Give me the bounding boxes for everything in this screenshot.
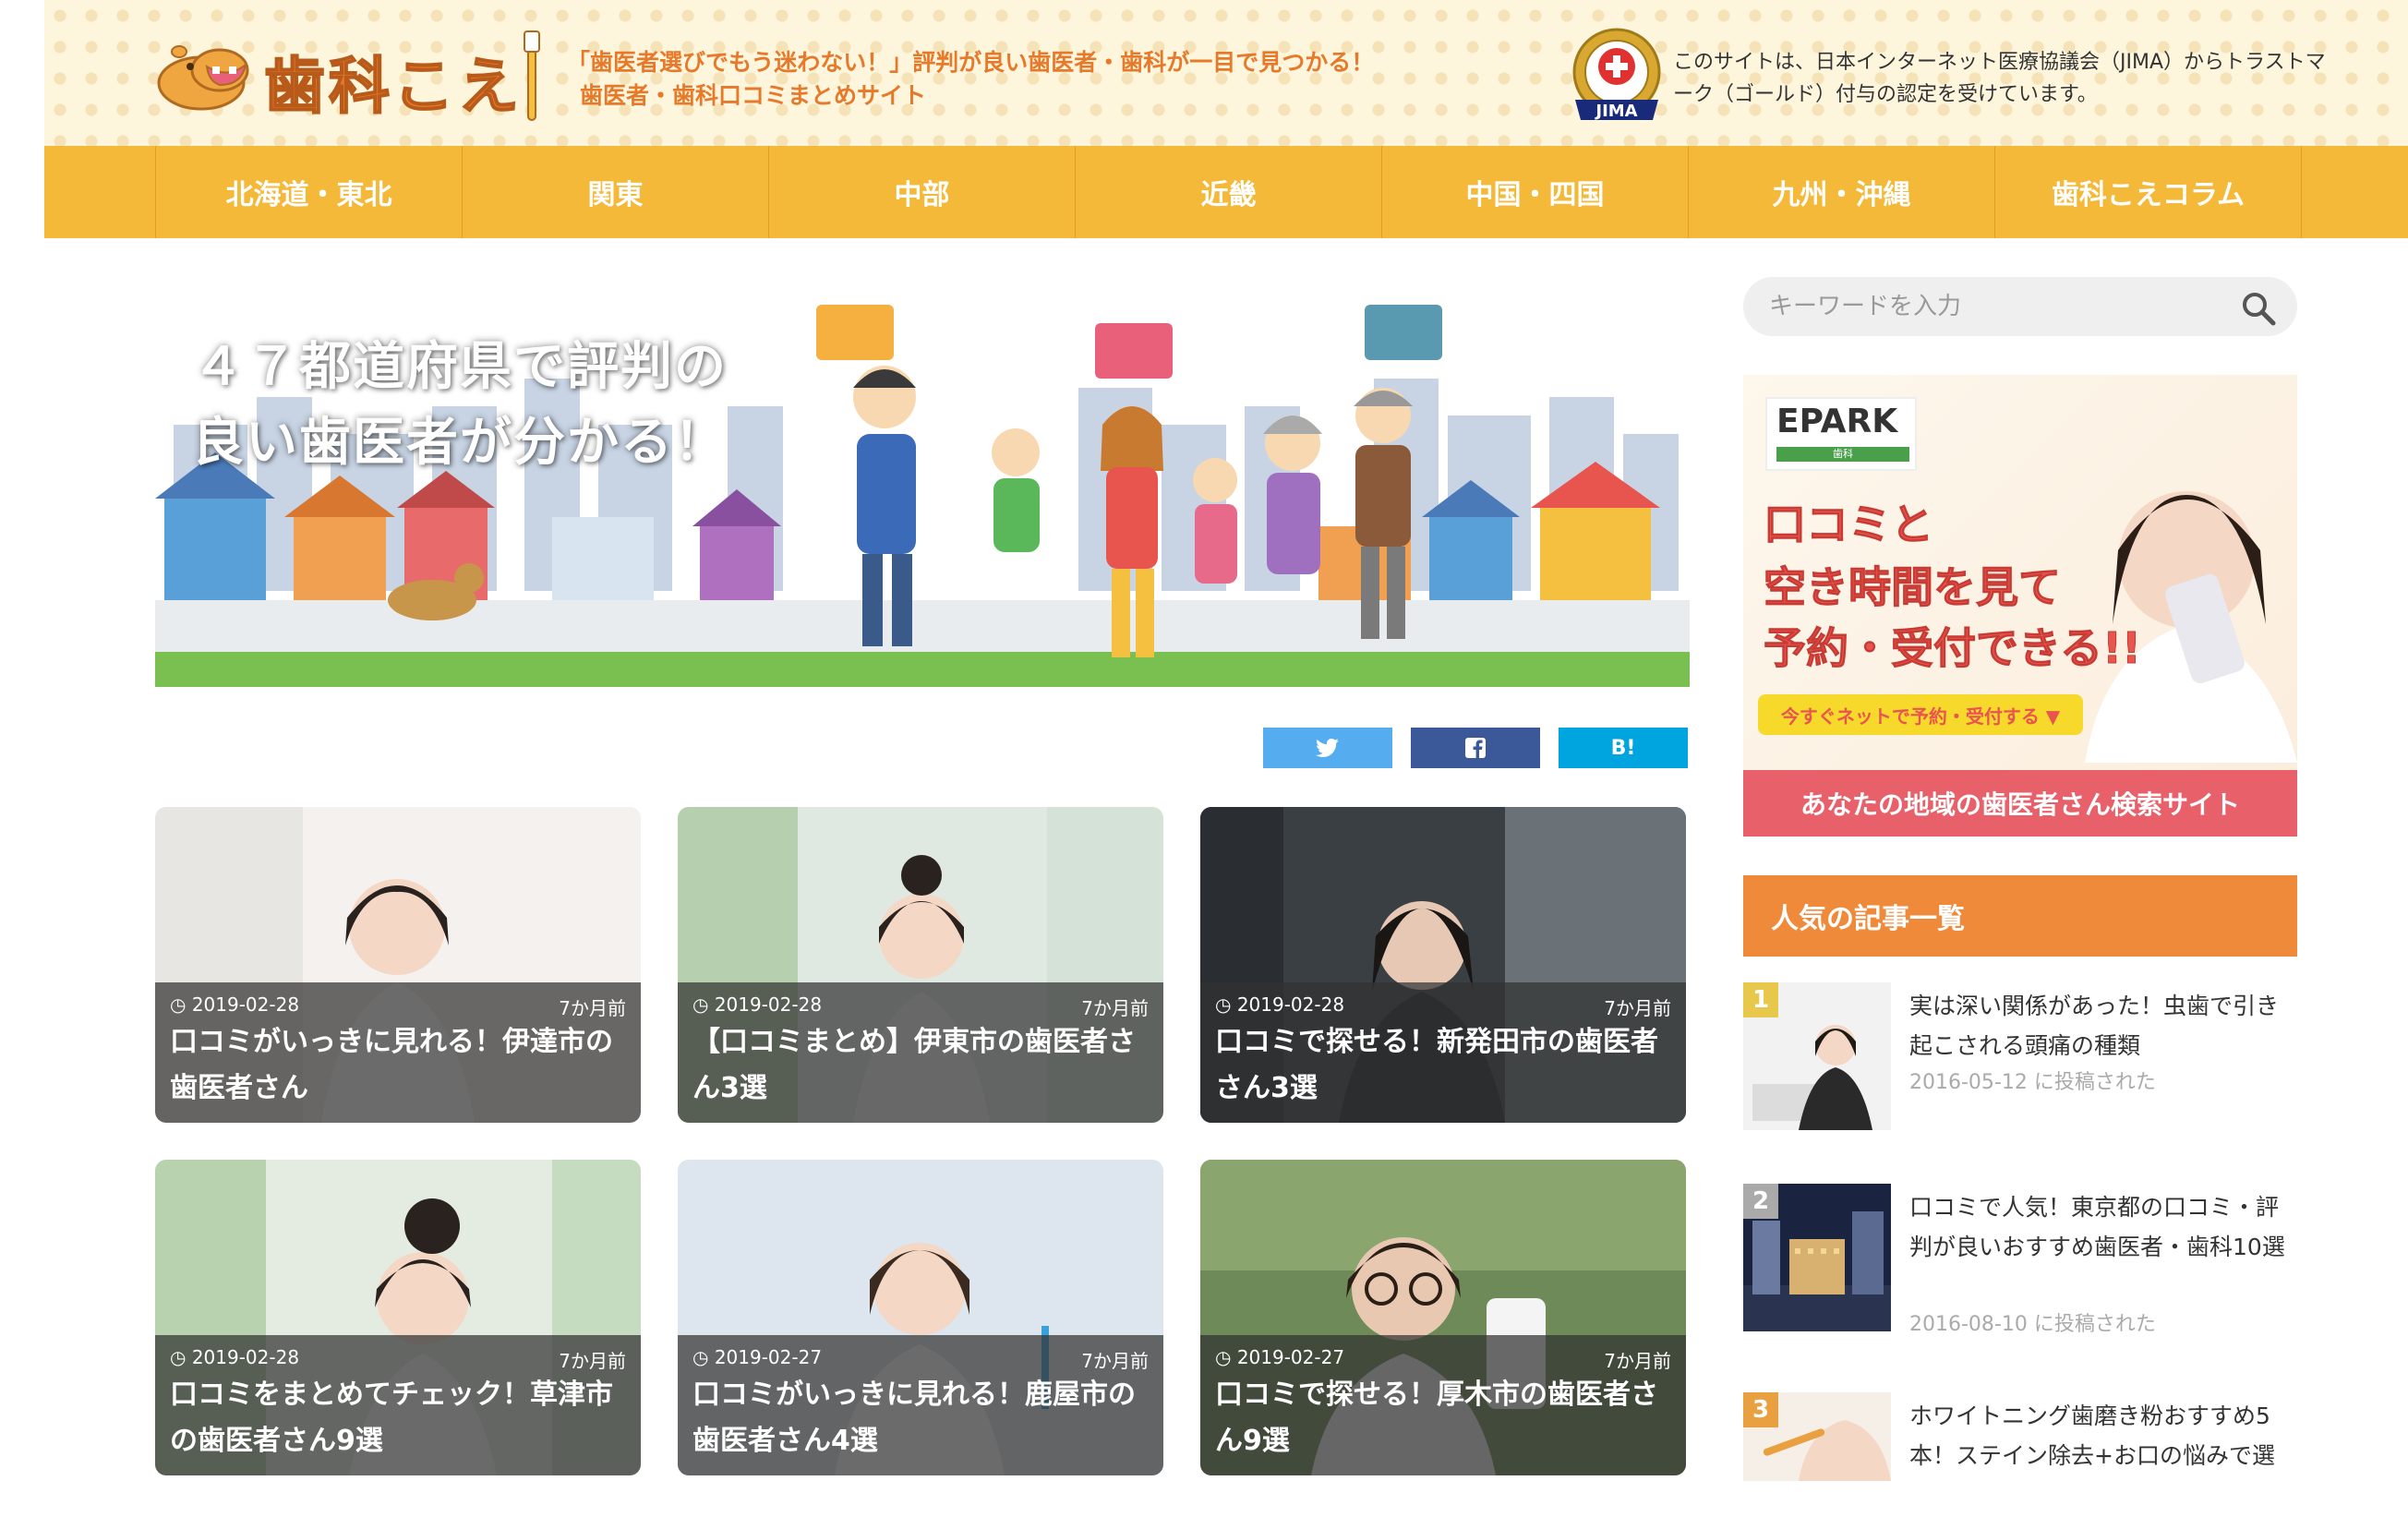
article-title[interactable]: 【口コミまとめ】伊東市の歯医者さん3選 bbox=[692, 1019, 1149, 1112]
nav-item-kanto[interactable]: 関東 bbox=[463, 146, 769, 238]
popular-title[interactable]: 実は深い関係があった！虫歯で引き起こされる頭痛の種類 bbox=[1909, 986, 2297, 1065]
article-date-value: 2019-02-28 bbox=[191, 1346, 300, 1368]
article-date-value: 2019-02-27 bbox=[1236, 1346, 1345, 1368]
search-icon[interactable] bbox=[2240, 290, 2277, 327]
epark-woman-photo bbox=[2085, 491, 2297, 763]
toothbrush-icon bbox=[524, 30, 540, 121]
article-ago: 7か月前 bbox=[1081, 1350, 1149, 1372]
epark-copy-3: 予約・受付できる!! bbox=[1763, 623, 2142, 674]
share-facebook-button[interactable] bbox=[1411, 728, 1540, 768]
jima-badge-label: JIMA bbox=[1594, 102, 1637, 121]
article-title[interactable]: 口コミがいっきに見れる！鹿屋市の歯医者さん4選 bbox=[692, 1372, 1149, 1464]
article-card[interactable]: ◷ 2019-02-28 7か月前 【口コミまとめ】伊東市の歯医者さん3選 bbox=[678, 807, 1163, 1123]
epark-logo-sub: 歯科 bbox=[1776, 447, 1909, 462]
article-card[interactable]: ◷ 2019-02-27 7か月前 口コミで探せる！厚木市の歯医者さん9選 bbox=[1200, 1160, 1686, 1475]
article-ago: 7か月前 bbox=[1604, 1350, 1671, 1372]
popular-rank-badge: 2 bbox=[1743, 1184, 1778, 1219]
site-logo[interactable]: 歯科こえ bbox=[153, 30, 541, 123]
article-meta-overlay: ◷ 2019-02-27 7か月前 口コミで探せる！厚木市の歯医者さん9選 bbox=[1200, 1335, 1686, 1475]
article-date: ◷ 2019-02-27 bbox=[692, 1346, 823, 1368]
article-date: ◷ 2019-02-28 bbox=[692, 993, 823, 1016]
logo-text: 歯科こえ bbox=[263, 50, 523, 123]
popular-rank-badge: 1 bbox=[1743, 982, 1778, 1017]
hero-headline-line2: 良い歯医者が分かる！ bbox=[192, 413, 728, 473]
article-ago: 7か月前 bbox=[1604, 997, 1671, 1019]
article-date: ◷ 2019-02-27 bbox=[1215, 1346, 1345, 1368]
article-title[interactable]: 口コミをまとめてチェック！草津市の歯医者さん9選 bbox=[170, 1372, 626, 1464]
article-ago: 7か月前 bbox=[1081, 997, 1149, 1019]
hero-headline-line1: ４７都道府県で評判の bbox=[192, 337, 728, 397]
epark-logo-text: EPARK bbox=[1776, 403, 1898, 440]
popular-title[interactable]: 口コミで人気！東京都の口コミ・評判が良いおすすめ歯医者・歯科10選 bbox=[1909, 1187, 2297, 1267]
nav-item-chugoku-shikoku[interactable]: 中国・四国 bbox=[1382, 146, 1689, 238]
facebook-icon bbox=[1465, 738, 1486, 758]
nav-item-hokkaido-tohoku[interactable]: 北海道・東北 bbox=[156, 146, 463, 238]
popular-date: 2016-08-10 に投稿された bbox=[1909, 1313, 2156, 1336]
article-date: ◷ 2019-02-28 bbox=[1215, 993, 1345, 1016]
article-ago: 7か月前 bbox=[559, 1350, 626, 1372]
site-tagline: 「歯医者選びでもう迷わない！」評判が良い歯医者・歯科が一目で見つかる！ bbox=[567, 49, 1375, 76]
popular-item[interactable]: 2 口コミで人気！東京都の口コミ・評判が良いおすすめ歯医者・歯科10選 2016… bbox=[1743, 1184, 2297, 1336]
article-meta-overlay: ◷ 2019-02-28 7か月前 口コミをまとめてチェック！草津市の歯医者さん… bbox=[155, 1335, 641, 1475]
epark-copy-1: 口コミと bbox=[1764, 500, 1934, 550]
article-card[interactable]: ◷ 2019-02-27 7か月前 口コミがいっきに見れる！鹿屋市の歯医者さん4… bbox=[678, 1160, 1163, 1475]
article-title[interactable]: 口コミがいっきに見れる！伊達市の歯医者さん bbox=[170, 1019, 626, 1112]
popular-item[interactable]: 3 ホワイトニング歯磨き粉おすすめ5本！ステイン除去+お口の悩みで選 bbox=[1743, 1392, 2297, 1485]
article-meta-overlay: ◷ 2019-02-27 7か月前 口コミがいっきに見れる！鹿屋市の歯医者さん4… bbox=[678, 1335, 1163, 1475]
article-ago: 7か月前 bbox=[559, 997, 626, 1019]
jima-notice: このサイトは、日本インターネット医療協議会（JIMA）からトラストマーク（ゴール… bbox=[1673, 51, 2326, 106]
article-card[interactable]: ◷ 2019-02-28 7か月前 口コミをまとめてチェック！草津市の歯医者さん… bbox=[155, 1160, 641, 1475]
nav-item-column[interactable]: 歯科こえコラム bbox=[1995, 146, 2302, 238]
article-date-value: 2019-02-28 bbox=[714, 993, 823, 1016]
article-title[interactable]: 口コミで探せる！新発田市の歯医者さん3選 bbox=[1215, 1019, 1671, 1112]
article-meta-overlay: ◷ 2019-02-28 7か月前 口コミで探せる！新発田市の歯医者さん3選 bbox=[1200, 982, 1686, 1123]
article-date-value: 2019-02-27 bbox=[714, 1346, 823, 1368]
nav-item-kyushu-okinawa[interactable]: 九州・沖縄 bbox=[1689, 146, 1995, 238]
epark-logo: EPARK 歯科 bbox=[1765, 397, 1917, 471]
article-date: ◷ 2019-02-28 bbox=[170, 1346, 300, 1368]
twitter-icon bbox=[1316, 739, 1339, 757]
article-title[interactable]: 口コミで探せる！厚木市の歯医者さん9選 bbox=[1215, 1372, 1671, 1464]
epark-ad-banner[interactable]: EPARK 歯科 口コミと 空き時間を見て 予約・受付できる!! 今すぐネットで… bbox=[1743, 375, 2297, 837]
article-date-value: 2019-02-28 bbox=[191, 993, 300, 1016]
article-meta-overlay: ◷ 2019-02-28 7か月前 【口コミまとめ】伊東市の歯医者さん3選 bbox=[678, 982, 1163, 1123]
share-hatena-button[interactable]: B! bbox=[1559, 728, 1688, 768]
article-meta-overlay: ◷ 2019-02-28 7か月前 口コミがいっきに見れる！伊達市の歯医者さん bbox=[155, 982, 641, 1123]
popular-articles-heading: 人気の記事一覧 bbox=[1743, 875, 2297, 957]
epark-cta-button[interactable]: 今すぐネットで予約・受付する ▼ bbox=[1758, 694, 2083, 735]
site-subtagline: 歯医者・歯科口コミまとめサイト bbox=[580, 82, 927, 109]
nav-item-chubu[interactable]: 中部 bbox=[769, 146, 1076, 238]
popular-item[interactable]: 1 実は深い関係があった！虫歯で引き起こされる頭痛の種類 2016-05-12 … bbox=[1743, 982, 2297, 1130]
article-card[interactable]: ◷ 2019-02-28 7か月前 口コミがいっきに見れる！伊達市の歯医者さん bbox=[155, 807, 641, 1123]
article-date-value: 2019-02-28 bbox=[1236, 993, 1345, 1016]
epark-copy-2: 空き時間を見て bbox=[1764, 562, 2062, 613]
epark-footer: あなたの地域の歯医者さん検索サイト bbox=[1743, 770, 2297, 837]
nav-item-kinki[interactable]: 近畿 bbox=[1076, 146, 1382, 238]
hatena-bookmark-icon: B! bbox=[1610, 736, 1636, 760]
popular-rank-badge: 3 bbox=[1743, 1392, 1778, 1427]
article-card[interactable]: ◷ 2019-02-28 7か月前 口コミで探せる！新発田市の歯医者さん3選 bbox=[1200, 807, 1686, 1123]
main-nav: 北海道・東北 関東 中部 近畿 中国・四国 九州・沖縄 歯科こえコラム bbox=[44, 146, 2408, 238]
article-date: ◷ 2019-02-28 bbox=[170, 993, 300, 1016]
hero-banner[interactable]: ４７都道府県で評判の 良い歯医者が分かる！ bbox=[155, 295, 1690, 687]
site-header: 歯科こえ 「歯医者選びでもう迷わない！」評判が良い歯医者・歯科が一目で見つかる！… bbox=[44, 0, 2408, 146]
search-box bbox=[1743, 277, 2297, 336]
hippo-logo-icon bbox=[157, 45, 249, 111]
jima-trustmark-icon[interactable]: JIMA bbox=[1570, 28, 1664, 126]
share-twitter-button[interactable] bbox=[1263, 728, 1392, 768]
search-input[interactable] bbox=[1769, 286, 2212, 327]
popular-date: 2016-05-12 に投稿された bbox=[1909, 1071, 2156, 1094]
popular-title[interactable]: ホワイトニング歯磨き粉おすすめ5本！ステイン除去+お口の悩みで選 bbox=[1909, 1396, 2297, 1475]
